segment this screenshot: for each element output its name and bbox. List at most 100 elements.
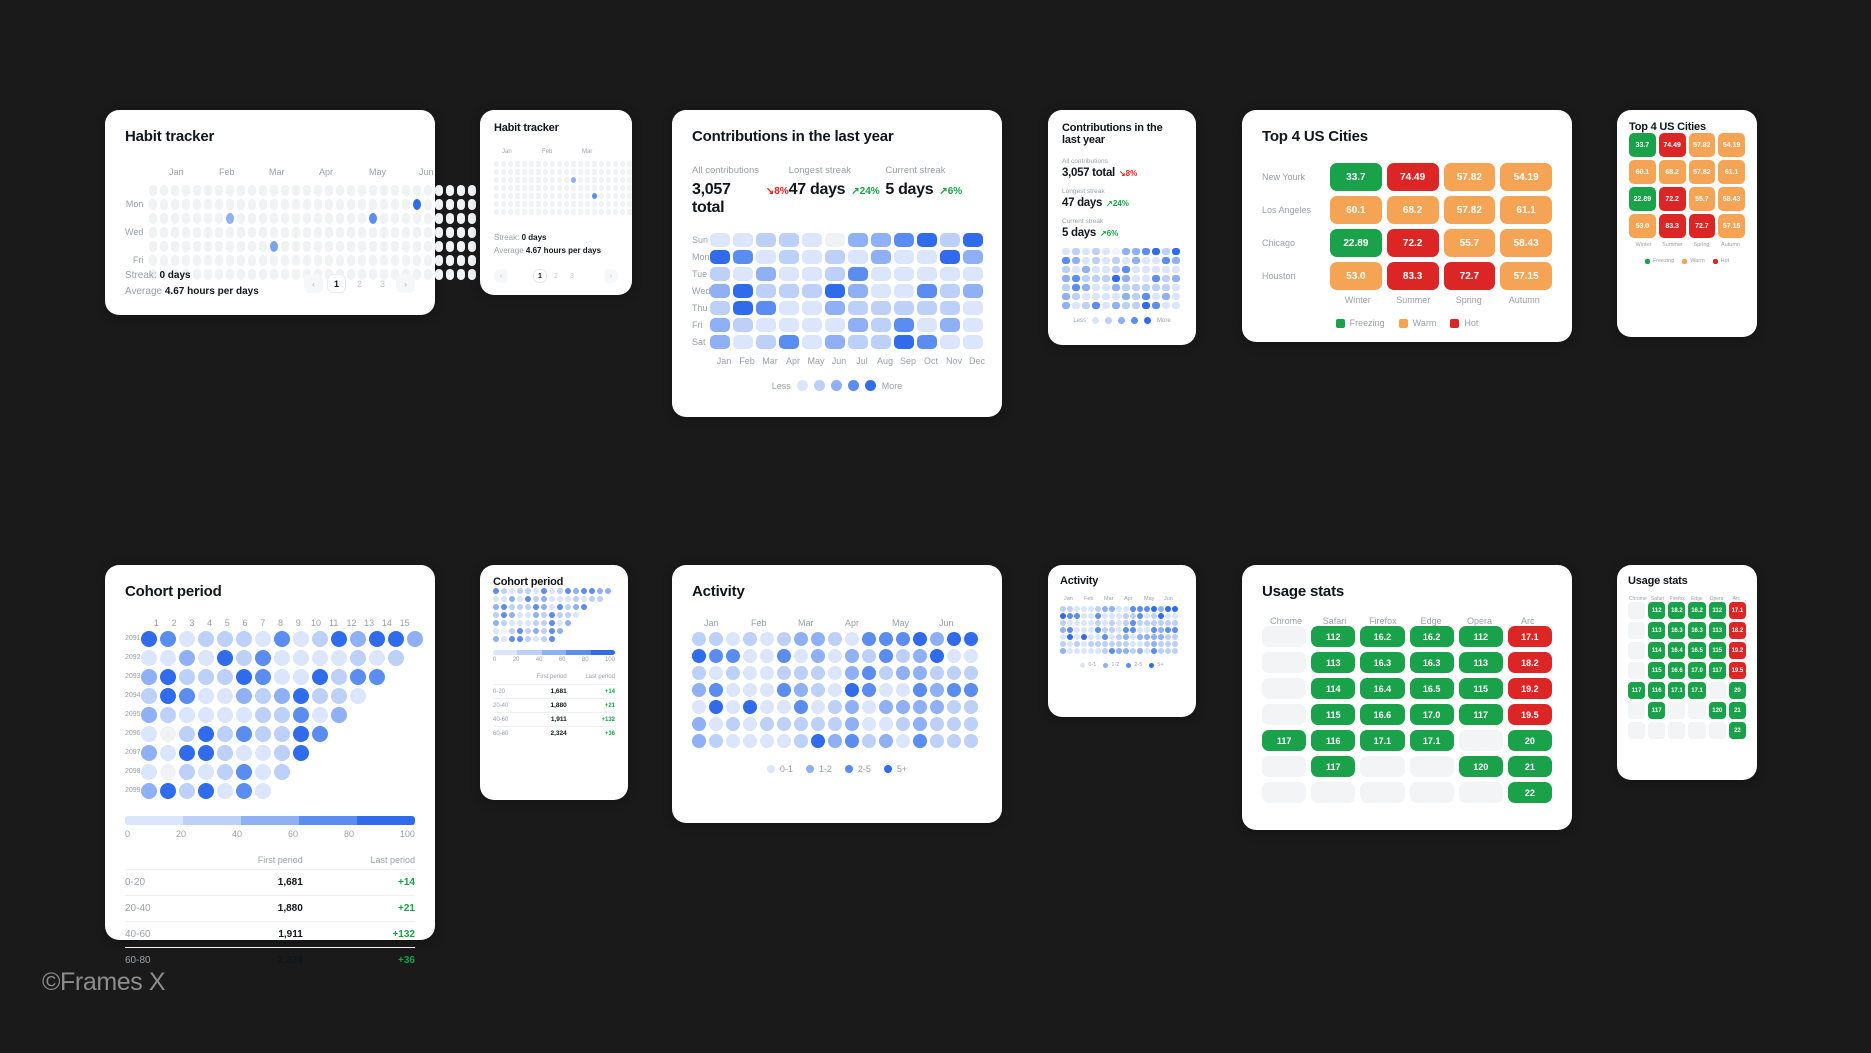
contributions-cell[interactable] <box>733 284 754 298</box>
habit-cell[interactable] <box>446 213 455 224</box>
habit-cell-small[interactable] <box>620 193 625 199</box>
activity-cell[interactable] <box>760 683 774 697</box>
activity-cell[interactable] <box>913 649 927 663</box>
cohort-cell[interactable] <box>140 726 157 742</box>
habit-cell-small[interactable] <box>515 185 520 191</box>
habit-cell[interactable] <box>336 199 345 210</box>
habit-cell[interactable] <box>270 185 279 196</box>
habit-cell-small[interactable] <box>606 169 611 175</box>
habit-cell[interactable] <box>424 255 433 266</box>
habit-cell-small[interactable] <box>627 185 632 191</box>
contributions-cell-small[interactable] <box>1172 248 1180 255</box>
habit-cell[interactable] <box>457 255 466 266</box>
habit-cell[interactable] <box>292 185 301 196</box>
habit-cell-small[interactable] <box>508 177 513 183</box>
cohort-cell-small[interactable] <box>509 628 515 634</box>
activity-cell-small[interactable] <box>1109 634 1115 640</box>
cohort-cell[interactable] <box>254 669 271 685</box>
activity-cell[interactable] <box>743 666 757 680</box>
activity-cell-small[interactable] <box>1116 648 1122 654</box>
activity-cell[interactable] <box>879 632 893 646</box>
activity-cell[interactable] <box>964 666 978 680</box>
cities-cell-small[interactable]: 22.89 <box>1629 187 1656 211</box>
habit-cell[interactable] <box>204 185 213 196</box>
contributions-cell[interactable] <box>917 335 938 349</box>
usage-cell-small[interactable]: 17.1 <box>1688 682 1706 699</box>
cohort-cell-small[interactable] <box>581 604 587 610</box>
usage-cell[interactable]: 16.3 <box>1360 652 1405 673</box>
contributions-cell-small[interactable] <box>1092 302 1100 309</box>
habit-cell[interactable] <box>457 213 466 224</box>
cohort-cell-small[interactable] <box>557 620 563 626</box>
contributions-cell[interactable] <box>802 250 823 264</box>
habit-cell-small[interactable] <box>529 185 534 191</box>
contributions-cell[interactable] <box>848 335 869 349</box>
contributions-cell-small[interactable] <box>1142 293 1150 300</box>
contributions-cell[interactable] <box>756 284 777 298</box>
activity-cell[interactable] <box>896 717 910 731</box>
habit-cell-small[interactable] <box>550 161 555 167</box>
habit-cell[interactable] <box>358 227 367 238</box>
activity-cell-small[interactable] <box>1172 620 1178 626</box>
usage-cell[interactable]: 113 <box>1458 652 1503 673</box>
activity-cell[interactable] <box>930 717 944 731</box>
usage-cell-small[interactable]: 16.4 <box>1668 642 1686 659</box>
cohort-cell[interactable] <box>159 707 176 723</box>
cohort-cell[interactable] <box>330 650 347 666</box>
contributions-cell-small[interactable] <box>1102 284 1110 291</box>
habit-cell[interactable] <box>160 199 169 210</box>
cohort-cell[interactable] <box>197 650 214 666</box>
habit-cell-small[interactable] <box>564 177 569 183</box>
habit-cell-small[interactable] <box>578 169 583 175</box>
activity-cell[interactable] <box>896 666 910 680</box>
activity-cell[interactable] <box>896 649 910 663</box>
activity-cell-small[interactable] <box>1109 648 1115 654</box>
activity-cell[interactable] <box>930 734 944 748</box>
cohort-cell[interactable] <box>235 726 252 742</box>
habit-cell[interactable] <box>303 227 312 238</box>
cohort-cell[interactable] <box>197 745 214 761</box>
activity-cell-small[interactable] <box>1165 641 1171 647</box>
pagination-page-small-2[interactable]: 2 <box>549 269 563 283</box>
cohort-cell-small[interactable] <box>525 628 531 634</box>
cohort-cell[interactable] <box>311 726 328 742</box>
cohort-cell[interactable] <box>254 726 271 742</box>
habit-cell[interactable] <box>292 241 301 252</box>
cohort-cell-small[interactable] <box>549 620 555 626</box>
habit-cell[interactable] <box>402 227 411 238</box>
habit-cell-small[interactable] <box>529 193 534 199</box>
activity-cell[interactable] <box>862 683 876 697</box>
cohort-cell-small[interactable] <box>549 596 555 602</box>
activity-cell-small[interactable] <box>1067 606 1073 612</box>
activity-cell-small[interactable] <box>1123 634 1129 640</box>
habit-cell[interactable] <box>171 199 180 210</box>
pagination-next[interactable]: › <box>396 274 415 293</box>
habit-cell-small[interactable] <box>592 185 597 191</box>
habit-cell-small[interactable] <box>494 161 499 167</box>
contributions-cell-small[interactable] <box>1092 257 1100 264</box>
habit-cell-small[interactable] <box>613 201 618 207</box>
activity-cell-small[interactable] <box>1109 641 1115 647</box>
contributions-cell[interactable] <box>756 318 777 332</box>
cohort-cell[interactable] <box>178 707 195 723</box>
habit-cell[interactable] <box>193 227 202 238</box>
usage-cell[interactable]: 16.2 <box>1409 626 1454 647</box>
habit-cell[interactable] <box>226 199 235 210</box>
cohort-cell-small[interactable] <box>509 612 515 618</box>
activity-cell-small[interactable] <box>1151 613 1157 619</box>
contributions-cell[interactable] <box>710 267 731 281</box>
cohort-cell[interactable] <box>159 745 176 761</box>
habit-cell[interactable] <box>259 269 268 280</box>
habit-cell-small[interactable] <box>627 161 632 167</box>
habit-cell-small[interactable] <box>508 201 513 207</box>
contributions-cell[interactable] <box>802 335 823 349</box>
contributions-cell[interactable] <box>963 250 984 264</box>
usage-cell-small[interactable]: 20 <box>1728 682 1746 699</box>
habit-cell-small[interactable] <box>592 209 597 215</box>
cohort-cell[interactable] <box>235 745 252 761</box>
activity-cell-small[interactable] <box>1109 620 1115 626</box>
habit-cell[interactable] <box>292 269 301 280</box>
cities-cell[interactable]: 57.82 <box>1443 163 1496 191</box>
cohort-cell-small[interactable] <box>493 604 499 610</box>
habit-cell[interactable] <box>248 255 257 266</box>
